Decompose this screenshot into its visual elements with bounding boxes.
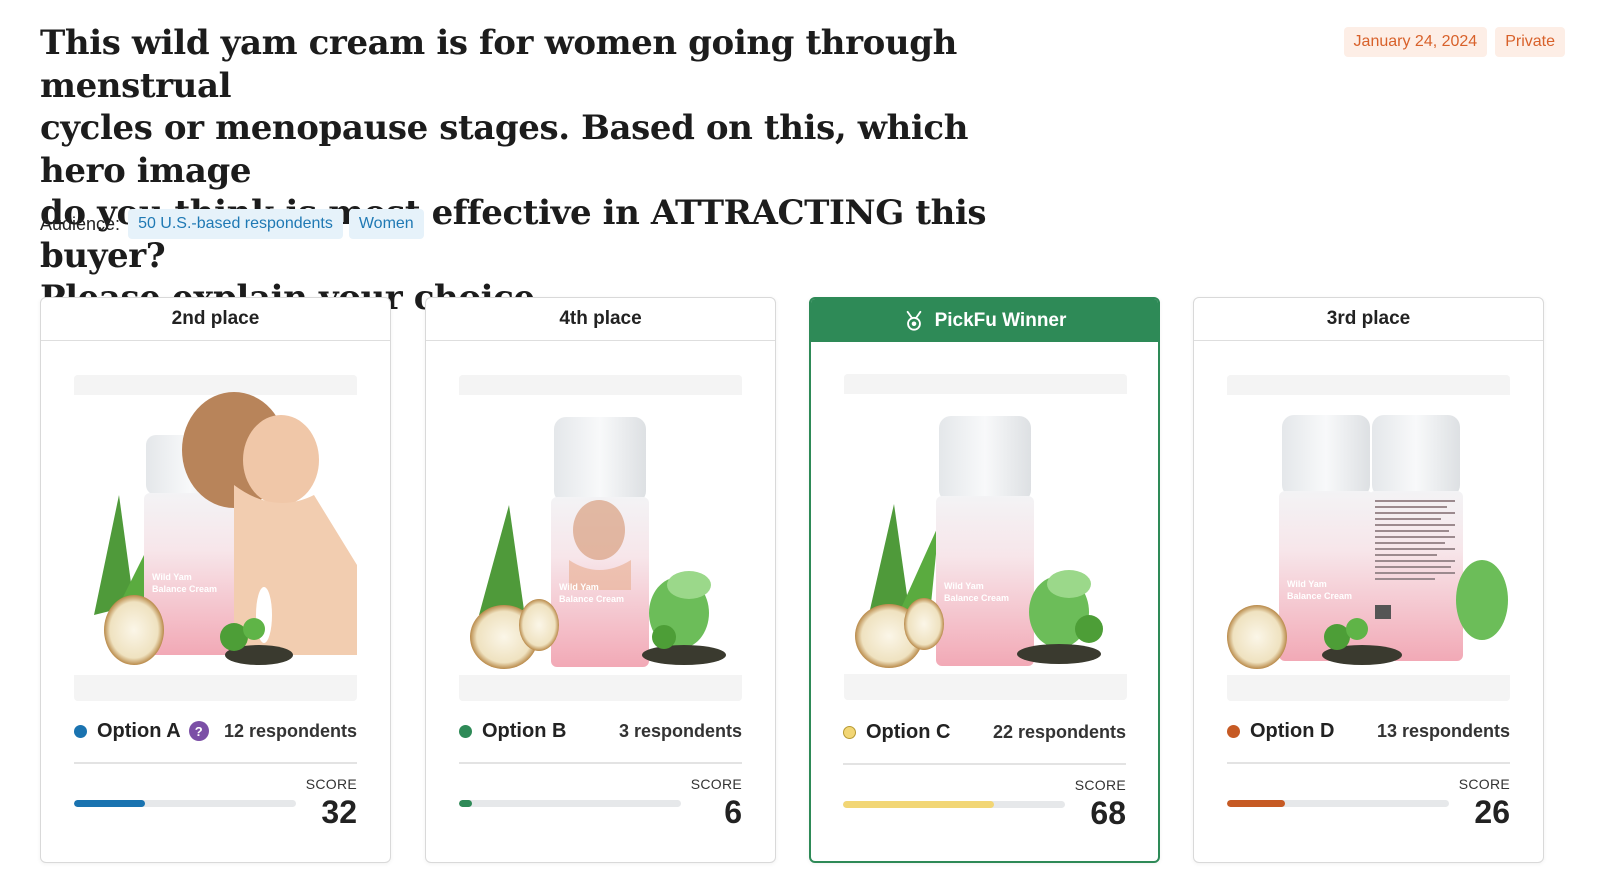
winner-header: PickFu Winner [811, 299, 1158, 342]
score-label: SCORE [1074, 777, 1126, 793]
option-name: Option D [1250, 719, 1335, 742]
hero-image-a: Wild Yam Balance Cream [74, 375, 357, 701]
option-row: Option D 13 respondents [1227, 716, 1510, 746]
score-label: SCORE [690, 776, 742, 792]
score-label: SCORE [305, 776, 357, 792]
question-line-1: This wild yam cream is for women going t… [40, 23, 957, 106]
question-title: This wild yam cream is for women going t… [40, 22, 1060, 320]
respondents-count[interactable]: 22 respondents [993, 722, 1126, 743]
score-label: SCORE [1458, 776, 1510, 792]
audience-row: Audience: 50 U.S.-based respondents Wome… [40, 209, 424, 239]
respondents-count[interactable]: 13 respondents [1377, 721, 1510, 742]
bottle-label-line-2: Balance Cream [559, 594, 624, 604]
bottle-label-line-2: Balance Cream [152, 584, 217, 594]
hero-image-d: Wild Yam Balance Cream [1227, 375, 1510, 701]
product-with-woman-image[interactable]: Wild Yam Balance Cream [74, 375, 357, 701]
score-bar [843, 801, 1065, 808]
respondents-count[interactable]: 3 respondents [619, 721, 742, 742]
product-with-label-portrait-image[interactable]: Wild Yam Balance Cream [459, 375, 742, 701]
option-row: Option C 22 respondents [843, 717, 1126, 747]
option-row: Option A ? 12 respondents [74, 716, 357, 746]
option-color-dot [1227, 724, 1240, 738]
score-value: 32 [321, 794, 357, 830]
poll-meta: January 24, 2024 Private [1343, 27, 1565, 57]
option-name: Option C [866, 720, 951, 743]
product-front-back-image[interactable]: Wild Yam Balance Cream [1227, 375, 1510, 701]
divider [459, 762, 742, 764]
bottle-label-line-1: Wild Yam [152, 572, 192, 582]
medal-icon [906, 310, 921, 331]
card-place-header: 2nd place [41, 298, 390, 341]
place-label: 4th place [559, 308, 642, 329]
audience-tag-gender[interactable]: Women [348, 209, 424, 239]
date-badge: January 24, 2024 [1343, 27, 1488, 57]
audience-tag-respondents[interactable]: 50 U.S.-based respondents [128, 209, 343, 239]
score-bar [459, 800, 681, 807]
divider [1227, 762, 1510, 764]
option-name: Option B [482, 719, 567, 742]
option-row: Option B 3 respondents [459, 716, 742, 746]
option-card-d[interactable]: 3rd place Wild Yam Balance Cream Option … [1193, 297, 1544, 863]
score-value: 6 [724, 794, 742, 830]
place-label: 2nd place [171, 308, 260, 329]
score-bar [1227, 800, 1449, 807]
option-color-dot [843, 725, 856, 739]
option-color-dot [459, 724, 472, 738]
score-bar [74, 800, 296, 807]
help-icon[interactable]: ? [188, 721, 209, 741]
option-card-a[interactable]: 2nd place Wild Yam Balance Cream Option … [40, 297, 391, 863]
option-card-b[interactable]: 4th place Wild Yam Balance Cream Option … [425, 297, 776, 863]
bottle-label-line-1: Wild Yam [1287, 579, 1327, 589]
option-name: Option A [97, 719, 181, 742]
bottle-label-line-2: Balance Cream [1287, 591, 1352, 601]
bottle-label-line-1: Wild Yam [944, 581, 984, 591]
place-label: 3rd place [1326, 308, 1411, 329]
score-bar-fill [459, 800, 473, 807]
question-line-2: cycles or menopause stages. Based on thi… [40, 108, 969, 191]
score-value: 68 [1090, 795, 1126, 831]
score-bar-fill [843, 801, 994, 808]
divider [74, 762, 357, 764]
respondents-count[interactable]: 12 respondents [224, 721, 357, 742]
option-color-dot [74, 724, 87, 738]
hero-image-b: Wild Yam Balance Cream [459, 375, 742, 701]
audience-label: Audience: [40, 213, 121, 234]
visibility-badge: Private [1495, 27, 1565, 57]
product-only-image[interactable]: Wild Yam Balance Cream [844, 374, 1127, 700]
score-bar-fill [1227, 800, 1285, 807]
bottle-label-line-2: Balance Cream [944, 593, 1009, 603]
place-label: PickFu Winner [934, 309, 1067, 331]
score-bar-fill [74, 800, 146, 807]
score-value: 26 [1474, 794, 1510, 830]
card-place-header: 3rd place [1194, 298, 1543, 341]
divider [843, 763, 1126, 765]
card-place-header: 4th place [426, 298, 775, 341]
hero-image-c: Wild Yam Balance Cream [844, 374, 1127, 700]
option-card-c[interactable]: PickFu Winner Wild Yam Balance Cream Opt… [809, 297, 1160, 863]
bottle-label-line-1: Wild Yam [559, 582, 599, 592]
